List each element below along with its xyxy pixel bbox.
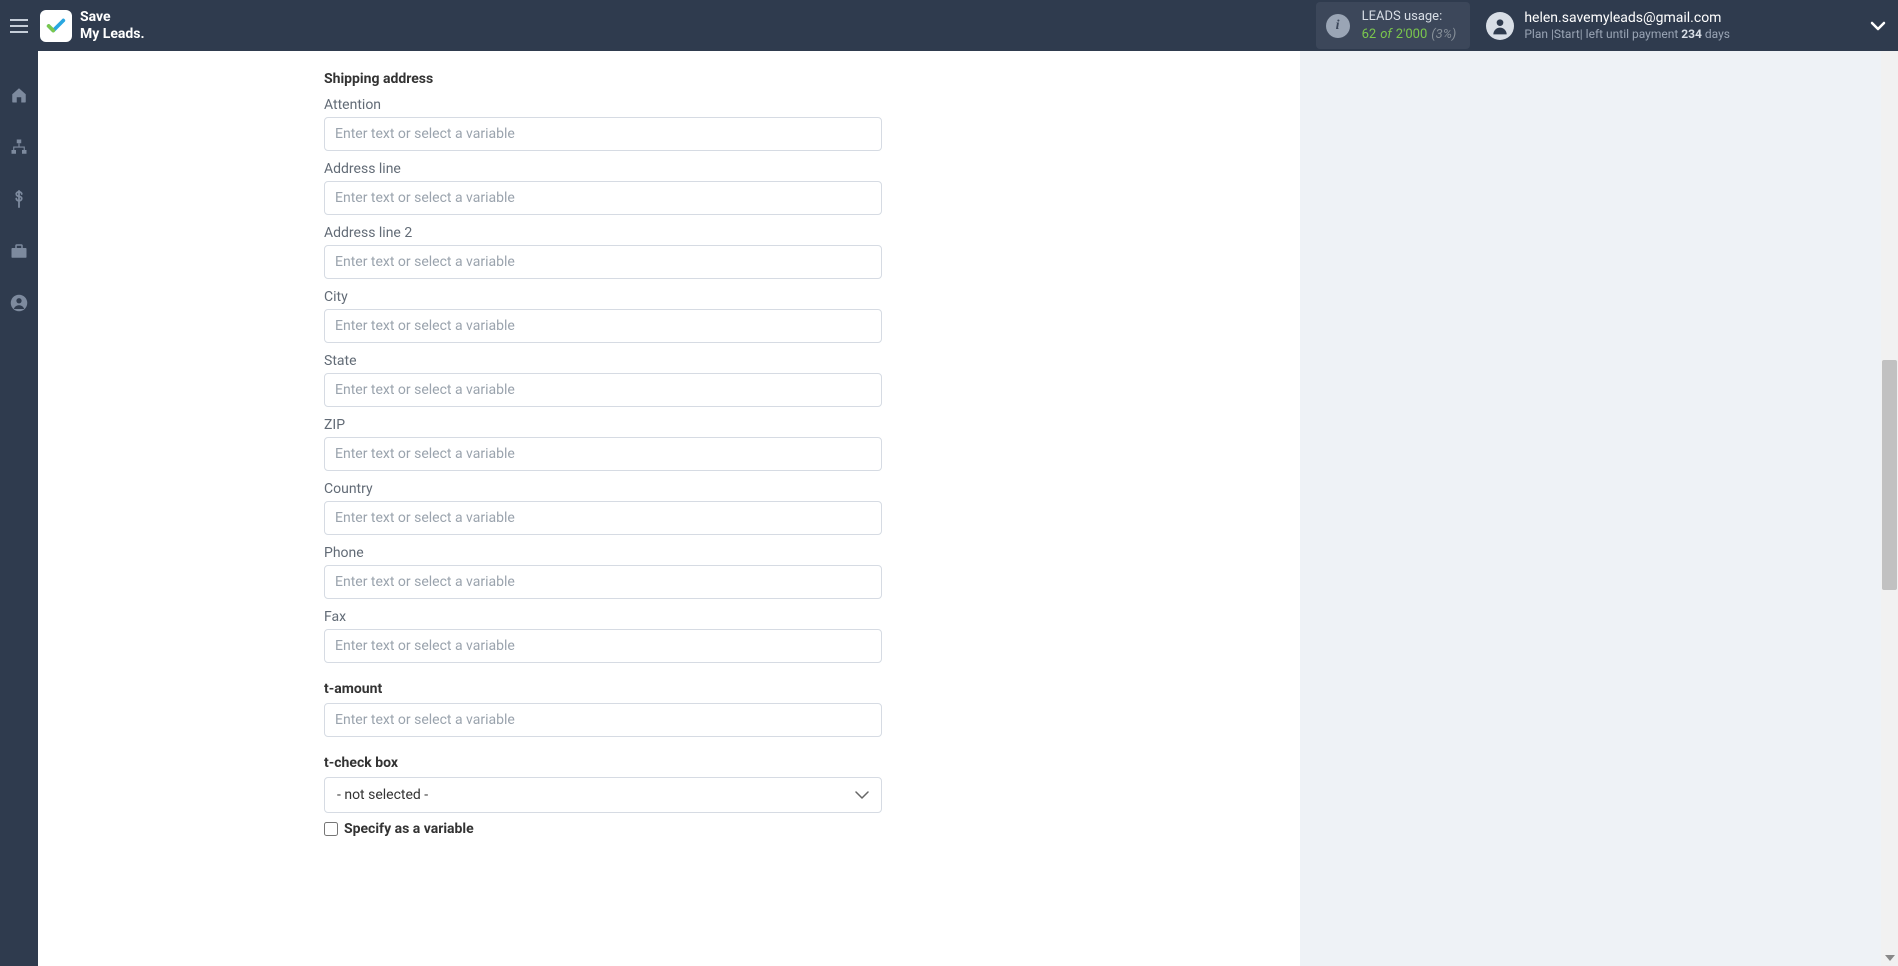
label-fax: Fax (324, 609, 882, 625)
user-email: helen.savemyleads@gmail.com (1524, 9, 1730, 27)
input-zip[interactable] (324, 437, 882, 471)
usage-pct: (3%) (1431, 26, 1456, 44)
usage-text: LEADS usage: 62 of 2'000 (3%) (1362, 8, 1457, 43)
input-phone[interactable] (324, 565, 882, 599)
info-icon: i (1326, 14, 1350, 38)
select-value: - not selected - (337, 787, 428, 803)
field-t-checkbox: - not selected - Specify as a variable (324, 777, 882, 837)
label-address-line2: Address line 2 (324, 225, 882, 241)
sidebar-item-connections[interactable] (0, 133, 38, 161)
input-fax[interactable] (324, 629, 882, 663)
field-state: State (324, 353, 882, 407)
field-attention: Attention (324, 97, 882, 151)
sitemap-icon (10, 138, 28, 156)
input-address-line[interactable] (324, 181, 882, 215)
input-state[interactable] (324, 373, 882, 407)
label-zip: ZIP (324, 417, 882, 433)
topbar: Save My Leads. i LEADS usage: 62 of 2'00… (0, 0, 1898, 51)
checkbox-label: Specify as a variable (344, 821, 474, 837)
usage-current: 62 (1362, 26, 1377, 44)
input-address-line2[interactable] (324, 245, 882, 279)
sidebar-item-account[interactable] (0, 289, 38, 317)
form-column: Shipping address Attention Address line … (324, 71, 882, 837)
label-address-line: Address line (324, 161, 882, 177)
main-area: Shipping address Attention Address line … (38, 51, 1898, 966)
input-city[interactable] (324, 309, 882, 343)
field-country: Country (324, 481, 882, 535)
logo[interactable]: Save My Leads. (40, 9, 145, 43)
field-address-line2: Address line 2 (324, 225, 882, 279)
field-zip: ZIP (324, 417, 882, 471)
hamburger-icon (10, 19, 28, 33)
avatar (1486, 12, 1514, 40)
input-attention[interactable] (324, 117, 882, 151)
scrollbar[interactable] (1881, 0, 1898, 966)
user-menu[interactable]: helen.savemyleads@gmail.com Plan |Start|… (1486, 9, 1730, 43)
input-t-amount[interactable] (324, 703, 882, 737)
home-icon (10, 86, 28, 104)
label-city: City (324, 289, 882, 305)
sidebar-item-billing[interactable] (0, 185, 38, 213)
field-fax: Fax (324, 609, 882, 663)
field-city: City (324, 289, 882, 343)
logo-icon (40, 10, 72, 42)
label-t-amount: t-amount (324, 681, 882, 697)
chevron-down-icon (1870, 21, 1886, 31)
chevron-down-icon (855, 787, 869, 803)
label-attention: Attention (324, 97, 882, 113)
scrollbar-thumb[interactable] (1882, 360, 1897, 590)
menu-toggle[interactable] (0, 0, 38, 51)
label-t-checkbox: t-check box (324, 755, 882, 771)
user-circle-icon (10, 294, 28, 312)
specify-variable-row: Specify as a variable (324, 821, 882, 837)
sidebar-item-partner[interactable] (0, 237, 38, 265)
field-phone: Phone (324, 545, 882, 599)
checkbox-specify-variable[interactable] (324, 822, 338, 836)
user-plan: Plan |Start| left until payment 234 days (1524, 27, 1730, 43)
user-text: helen.savemyleads@gmail.com Plan |Start|… (1524, 9, 1730, 43)
expand-toggle[interactable] (1870, 16, 1886, 35)
usage-meter[interactable]: i LEADS usage: 62 of 2'000 (3%) (1316, 2, 1471, 49)
sidebar (0, 51, 38, 966)
usage-total: 2'000 (1396, 26, 1428, 44)
label-state: State (324, 353, 882, 369)
usage-of: of (1380, 26, 1392, 44)
select-t-checkbox[interactable]: - not selected - (324, 777, 882, 813)
scroll-down-icon[interactable] (1881, 949, 1898, 966)
dollar-icon (13, 190, 25, 208)
field-address-line: Address line (324, 161, 882, 215)
label-country: Country (324, 481, 882, 497)
sidebar-item-home[interactable] (0, 81, 38, 109)
field-t-amount (324, 703, 882, 737)
usage-label: LEADS usage: (1362, 8, 1457, 26)
logo-text: Save My Leads. (80, 9, 145, 43)
input-country[interactable] (324, 501, 882, 535)
briefcase-icon (10, 243, 28, 259)
content-card: Shipping address Attention Address line … (38, 51, 1300, 966)
user-icon (1490, 16, 1510, 36)
label-phone: Phone (324, 545, 882, 561)
section-title: Shipping address (324, 71, 882, 87)
